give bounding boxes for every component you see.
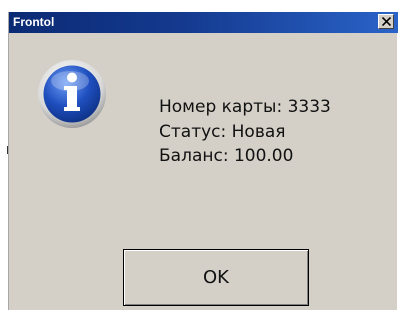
balance-line: Баланс: 100.00 — [159, 146, 294, 166]
ok-button-label: OK — [203, 267, 229, 288]
ok-button[interactable]: OK — [123, 249, 309, 306]
info-icon — [38, 60, 106, 128]
card-number-line: Номер карты: 3333 — [159, 97, 331, 117]
window-title: Frontol — [13, 15, 55, 29]
status-line: Статус: Новая — [159, 121, 286, 142]
close-icon — [382, 17, 391, 26]
close-button[interactable] — [378, 14, 394, 29]
title-bar[interactable]: Frontol — [9, 12, 398, 33]
message-text: Номер карты: 3333 Статус: Новая Баланс: … — [159, 95, 331, 169]
message-dialog: Frontol Номер карты: 3333 Статус: Новая … — [8, 12, 398, 310]
